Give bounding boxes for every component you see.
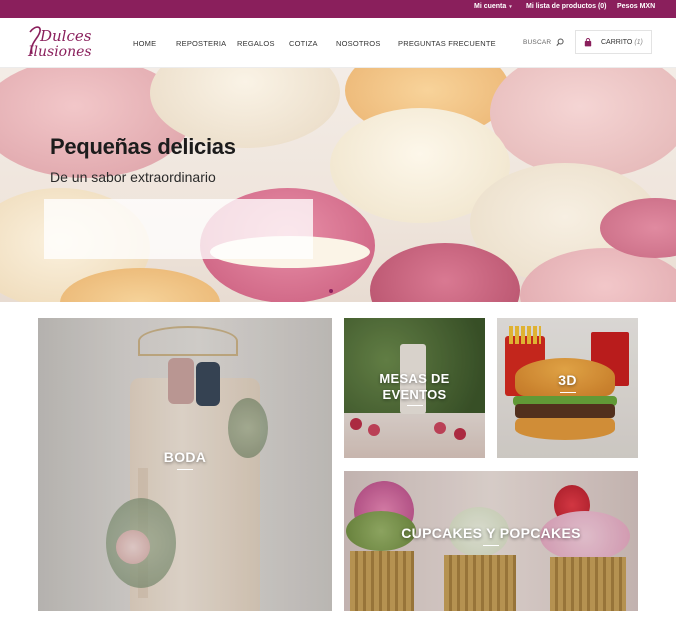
hero-subtitle: De un sabor extraordinario bbox=[50, 169, 216, 185]
cart-text: CARRITO (1) bbox=[601, 39, 643, 46]
hero-title: Pequeñas delicias bbox=[50, 134, 236, 159]
nav-reposteria[interactable]: REPOSTERIA bbox=[176, 39, 226, 48]
hero-caption-box bbox=[44, 199, 313, 259]
site-logo[interactable]: Dulces Ilusiones bbox=[26, 24, 100, 62]
cart-label: CARRITO bbox=[601, 39, 633, 46]
slider-dot[interactable] bbox=[329, 289, 333, 293]
search-label[interactable]: BUSCAR bbox=[523, 39, 551, 46]
chevron-down-icon: ▾ bbox=[509, 4, 512, 10]
search-box[interactable]: BUSCAR bbox=[520, 37, 564, 49]
wishlist-link[interactable]: Mi lista de productos (0) bbox=[526, 3, 607, 10]
nav-regalos[interactable]: REGALOS bbox=[237, 39, 275, 48]
nav-cotiza[interactable]: COTIZA bbox=[289, 39, 318, 48]
cart-icon bbox=[584, 38, 592, 47]
category-label-boda[interactable]: BODA bbox=[38, 449, 332, 470]
currency-selector[interactable]: Pesos MXN bbox=[617, 3, 655, 10]
cart-button[interactable]: CARRITO (1) bbox=[575, 30, 652, 54]
nav-nosotros[interactable]: NOSOTROS bbox=[336, 39, 381, 48]
category-label-cupcakes[interactable]: CUPCAKES Y POPCAKES bbox=[344, 525, 638, 546]
nav-preguntas[interactable]: PREGUNTAS FRECUENTE bbox=[398, 39, 496, 48]
category-tile-cupcakes[interactable]: CUPCAKES Y POPCAKES bbox=[344, 471, 638, 611]
account-menu[interactable]: Mi cuenta ▾ bbox=[474, 3, 512, 10]
logo-line2: Ilusiones bbox=[27, 44, 92, 60]
cart-count: (1) bbox=[634, 39, 643, 46]
category-tile-3d[interactable]: 3D bbox=[497, 318, 638, 458]
logo-graphic: Dulces Ilusiones bbox=[27, 26, 92, 60]
nav-home[interactable]: HOME bbox=[133, 39, 156, 48]
hero-banner[interactable] bbox=[0, 68, 676, 302]
category-label-mesas[interactable]: MESAS DE EVENTOS bbox=[344, 371, 485, 407]
top-bar: Mi cuenta ▾ Mi lista de productos (0) Pes… bbox=[0, 0, 676, 18]
logo-line1: Dulces bbox=[39, 27, 92, 45]
search-icon[interactable] bbox=[556, 38, 564, 47]
account-link[interactable]: Mi cuenta bbox=[474, 3, 506, 10]
category-tile-boda[interactable]: BODA bbox=[38, 318, 332, 611]
category-label-3d[interactable]: 3D bbox=[497, 372, 638, 393]
site-header: Dulces Ilusiones HOME REPOSTERIA REGALOS… bbox=[0, 18, 676, 68]
category-tile-mesas[interactable]: MESAS DE EVENTOS bbox=[344, 318, 485, 458]
